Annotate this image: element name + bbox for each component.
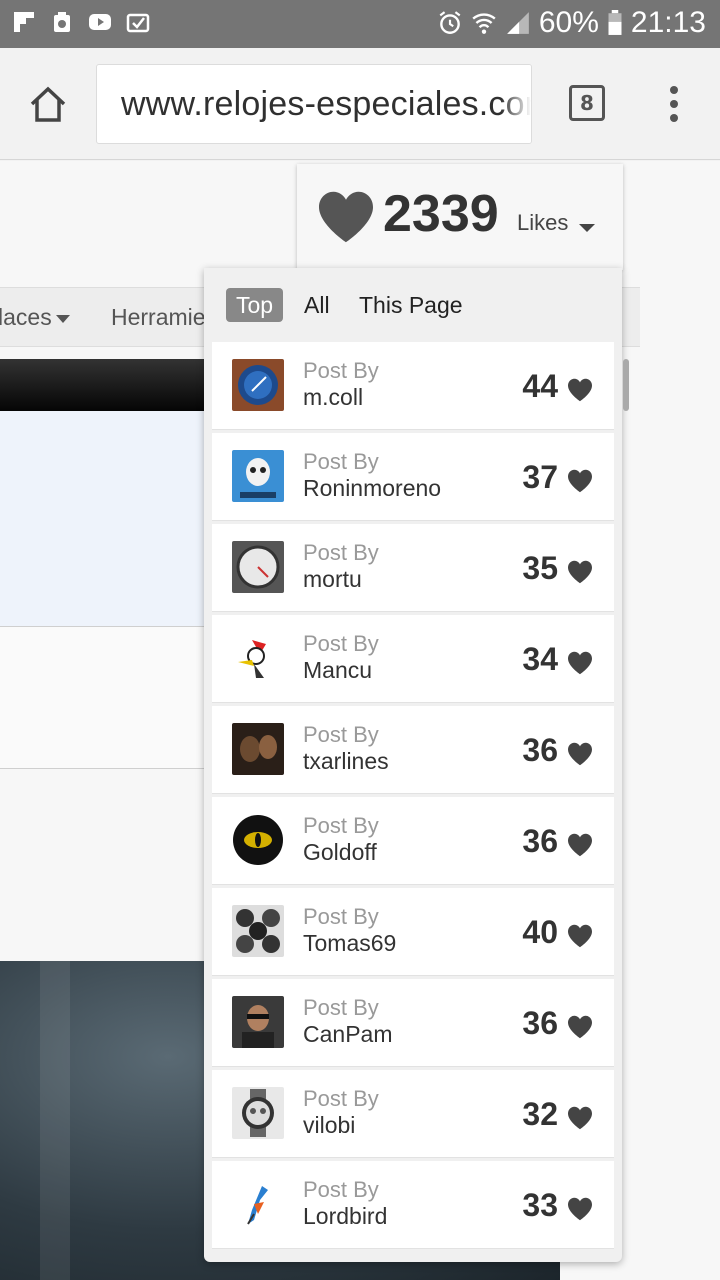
heart-icon [568, 1106, 592, 1130]
url-fade [501, 65, 531, 143]
tab-top[interactable]: Top [226, 288, 284, 322]
like-count: 40 [522, 914, 558, 950]
post-by-label: Post By [303, 540, 379, 565]
post-by-label: Post By [303, 449, 379, 474]
post-by-label: Post By [303, 904, 379, 929]
username[interactable]: m.coll [303, 384, 363, 411]
list-item[interactable]: Post By Goldoff 36 [212, 797, 614, 885]
like-count: 36 [522, 1005, 558, 1041]
bird-icon [232, 1178, 284, 1230]
list-item[interactable]: Post By Roninmoreno 37 [212, 433, 614, 521]
username[interactable]: mortu [303, 566, 362, 593]
watch-grid-icon [232, 905, 284, 957]
tab-this-page[interactable]: This Page [359, 288, 463, 322]
tab-switcher-button[interactable]: 8 [569, 85, 605, 121]
clipboard-check-icon [126, 13, 150, 33]
username[interactable]: txarlines [303, 748, 389, 775]
heart-icon [568, 924, 592, 948]
username[interactable]: Roninmoreno [303, 475, 441, 502]
post-by-label: Post By [303, 631, 379, 656]
likes-tabs: Top All This Page [204, 268, 622, 342]
like-count: 37 [522, 459, 558, 495]
status-bar: 60% 21:13 [0, 0, 720, 48]
heart-icon [319, 191, 373, 243]
gauge-dial-icon [232, 541, 284, 593]
like-count: 35 [522, 550, 558, 586]
home-icon[interactable] [26, 82, 70, 126]
list-item[interactable]: Post By Mancu 34 [212, 615, 614, 703]
likes-total: 2339 [383, 185, 499, 243]
man-portrait-icon [232, 996, 284, 1048]
youtube-icon [89, 14, 111, 30]
url-text: www.relojes-especiales.com [121, 85, 532, 123]
likes-dropdown: Top All This Page Post By m.coll 44 Post… [204, 268, 622, 1262]
post-by-label: Post By [303, 1086, 379, 1111]
username[interactable]: Mancu [303, 657, 372, 684]
signal-icon [507, 12, 529, 34]
post-by-label: Post By [303, 813, 379, 838]
list-item[interactable]: Post By m.coll 44 [212, 342, 614, 430]
likes-label: Likes [517, 210, 569, 235]
clock-time: 21:13 [630, 6, 706, 39]
like-count: 34 [522, 641, 558, 677]
dropdown-caret-icon[interactable] [579, 224, 595, 232]
list-item[interactable]: Post By vilobi 32 [212, 1070, 614, 1158]
username[interactable]: vilobi [303, 1112, 355, 1139]
username[interactable]: Goldoff [303, 839, 377, 866]
list-item[interactable]: Post By txarlines 36 [212, 706, 614, 794]
battery-icon [608, 10, 622, 35]
tab-all[interactable]: All [304, 288, 330, 322]
alarm-icon [439, 11, 461, 34]
yellow-eye-icon [232, 814, 284, 866]
watch-blue-icon [232, 359, 284, 411]
list-item[interactable]: Post By Tomas69 40 [212, 888, 614, 976]
post-by-label: Post By [303, 1177, 379, 1202]
heart-icon [568, 651, 592, 675]
address-bar[interactable]: www.relojes-especiales.com [96, 64, 532, 144]
dark-faces-icon [232, 723, 284, 775]
heart-icon [568, 378, 592, 402]
username[interactable]: Tomas69 [303, 930, 396, 957]
like-count: 36 [522, 732, 558, 768]
heart-icon [568, 560, 592, 584]
like-count: 32 [522, 1096, 558, 1132]
chevron-down-icon [55, 314, 70, 323]
heart-icon [568, 742, 592, 766]
heart-icon [568, 1197, 592, 1221]
list-item[interactable]: Post By mortu 35 [212, 524, 614, 612]
list-item[interactable]: Post By Lordbird 33 [212, 1161, 614, 1249]
heart-icon [568, 469, 592, 493]
nav-item-herramientas[interactable]: Herramie [111, 304, 206, 331]
like-count: 44 [522, 368, 558, 404]
heart-icon [568, 1015, 592, 1039]
post-by-label: Post By [303, 358, 379, 383]
username[interactable]: CanPam [303, 1021, 392, 1048]
punisher-skull-icon [232, 450, 284, 502]
woodpecker-icon [232, 632, 284, 684]
username[interactable]: Lordbird [303, 1203, 387, 1230]
like-count: 33 [522, 1187, 558, 1223]
nav-item-enlaces[interactable]: laces [0, 304, 70, 331]
post-by-label: Post By [303, 722, 379, 747]
flipboard-icon [14, 12, 34, 32]
post-by-label: Post By [303, 995, 379, 1020]
chronograph-icon [232, 1087, 284, 1139]
recycle-bag-icon [54, 12, 70, 32]
scrollbar-thumb[interactable] [623, 359, 629, 411]
heart-icon [568, 833, 592, 857]
wifi-icon [472, 13, 496, 34]
list-item[interactable]: Post By CanPam 36 [212, 979, 614, 1067]
likes-counter[interactable]: 2339 Likes [297, 164, 623, 270]
browser-toolbar: www.relojes-especiales.com 8 [0, 48, 720, 160]
overflow-menu-icon[interactable] [668, 86, 680, 122]
battery-percent: 60% [538, 6, 599, 39]
like-count: 36 [522, 823, 558, 859]
